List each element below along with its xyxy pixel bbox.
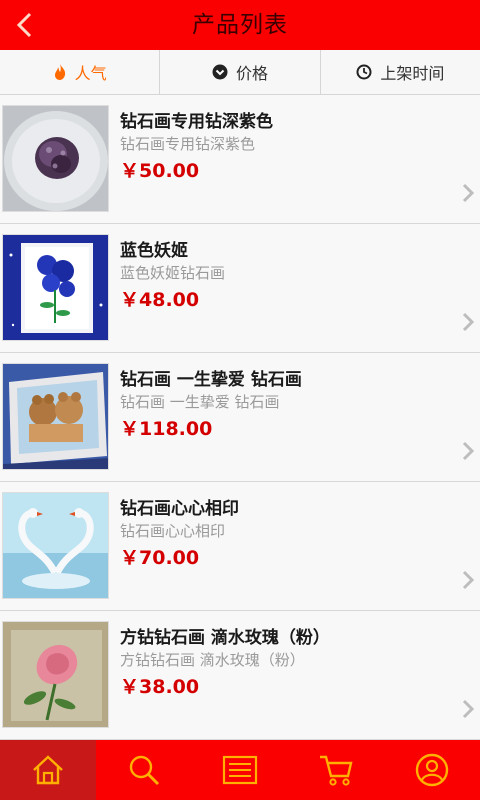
product-item[interactable]: 钻石画专用钻深紫色 钻石画专用钻深紫色 ￥50.00 [0,95,480,224]
sort-tab-popularity[interactable]: 人气 [0,50,161,94]
product-item[interactable]: 方钻钻石画 滴水玫瑰（粉） 方钻钻石画 滴水玫瑰（粉） ￥38.00 [0,611,480,740]
product-description: 钻石画 一生挚爱 钻石画 [120,393,280,411]
product-item[interactable]: 蓝色妖姬 蓝色妖姬钻石画 ￥48.00 [0,224,480,353]
clock-icon [356,64,372,80]
product-thumbnail [2,492,109,599]
flame-icon [54,64,65,80]
product-thumbnail [2,234,109,341]
tab-user[interactable] [384,740,480,800]
page-title: 产品列表 [192,12,288,38]
product-description: 钻石画专用钻深紫色 [120,135,256,153]
product-description: 方钻钻石画 滴水玫瑰（粉） [120,651,305,669]
chevron-right-icon [462,570,474,590]
sort-tab-listing-time[interactable]: 上架时间 [321,50,480,94]
tab-search[interactable] [96,740,192,800]
product-price: ￥70.00 [120,547,200,569]
product-price: ￥118.00 [120,418,213,440]
product-description: 钻石画心心相印 [120,522,226,540]
product-thumbnail [2,105,109,212]
product-list: 钻石画专用钻深紫色 钻石画专用钻深紫色 ￥50.00 蓝色妖姬 蓝色妖姬钻石画 … [0,95,480,740]
home-icon [33,755,63,785]
product-price: ￥48.00 [120,289,200,311]
tab-home[interactable] [0,740,96,800]
product-name: 方钻钻石画 滴水玫瑰（粉） [120,628,330,648]
top-bar: 产品列表 [0,0,480,50]
bottom-tab-bar [0,740,480,800]
user-icon [415,753,449,787]
search-icon [129,755,160,786]
product-thumbnail [2,363,109,470]
product-name: 蓝色妖姬 [120,241,188,261]
product-item[interactable]: 钻石画心心相印 钻石画心心相印 ￥70.00 [0,482,480,611]
product-name: 钻石画 一生挚爱 钻石画 [120,370,302,390]
product-price: ￥38.00 [120,676,200,698]
chevron-right-icon [462,312,474,332]
list-icon [222,755,258,785]
sort-bar: 人气 价格 上架时间 [0,50,480,95]
tab-list[interactable] [192,740,288,800]
product-name: 钻石画心心相印 [120,499,239,519]
tab-cart[interactable] [288,740,384,800]
sort-tab-label: 人气 [74,64,107,83]
chevron-right-icon [462,699,474,719]
product-item[interactable]: 钻石画 一生挚爱 钻石画 钻石画 一生挚爱 钻石画 ￥118.00 [0,353,480,482]
sort-tab-label: 上架时间 [380,64,445,83]
product-description: 蓝色妖姬钻石画 [120,264,226,282]
product-name: 钻石画专用钻深紫色 [120,112,273,132]
sort-tab-price[interactable]: 价格 [160,50,321,94]
product-thumbnail [2,621,109,728]
cart-icon [320,755,353,786]
chevron-down-circle-icon [212,64,228,80]
chevron-right-icon [462,183,474,203]
chevron-right-icon [462,441,474,461]
product-price: ￥50.00 [120,160,200,182]
sort-tab-label: 价格 [235,64,268,83]
